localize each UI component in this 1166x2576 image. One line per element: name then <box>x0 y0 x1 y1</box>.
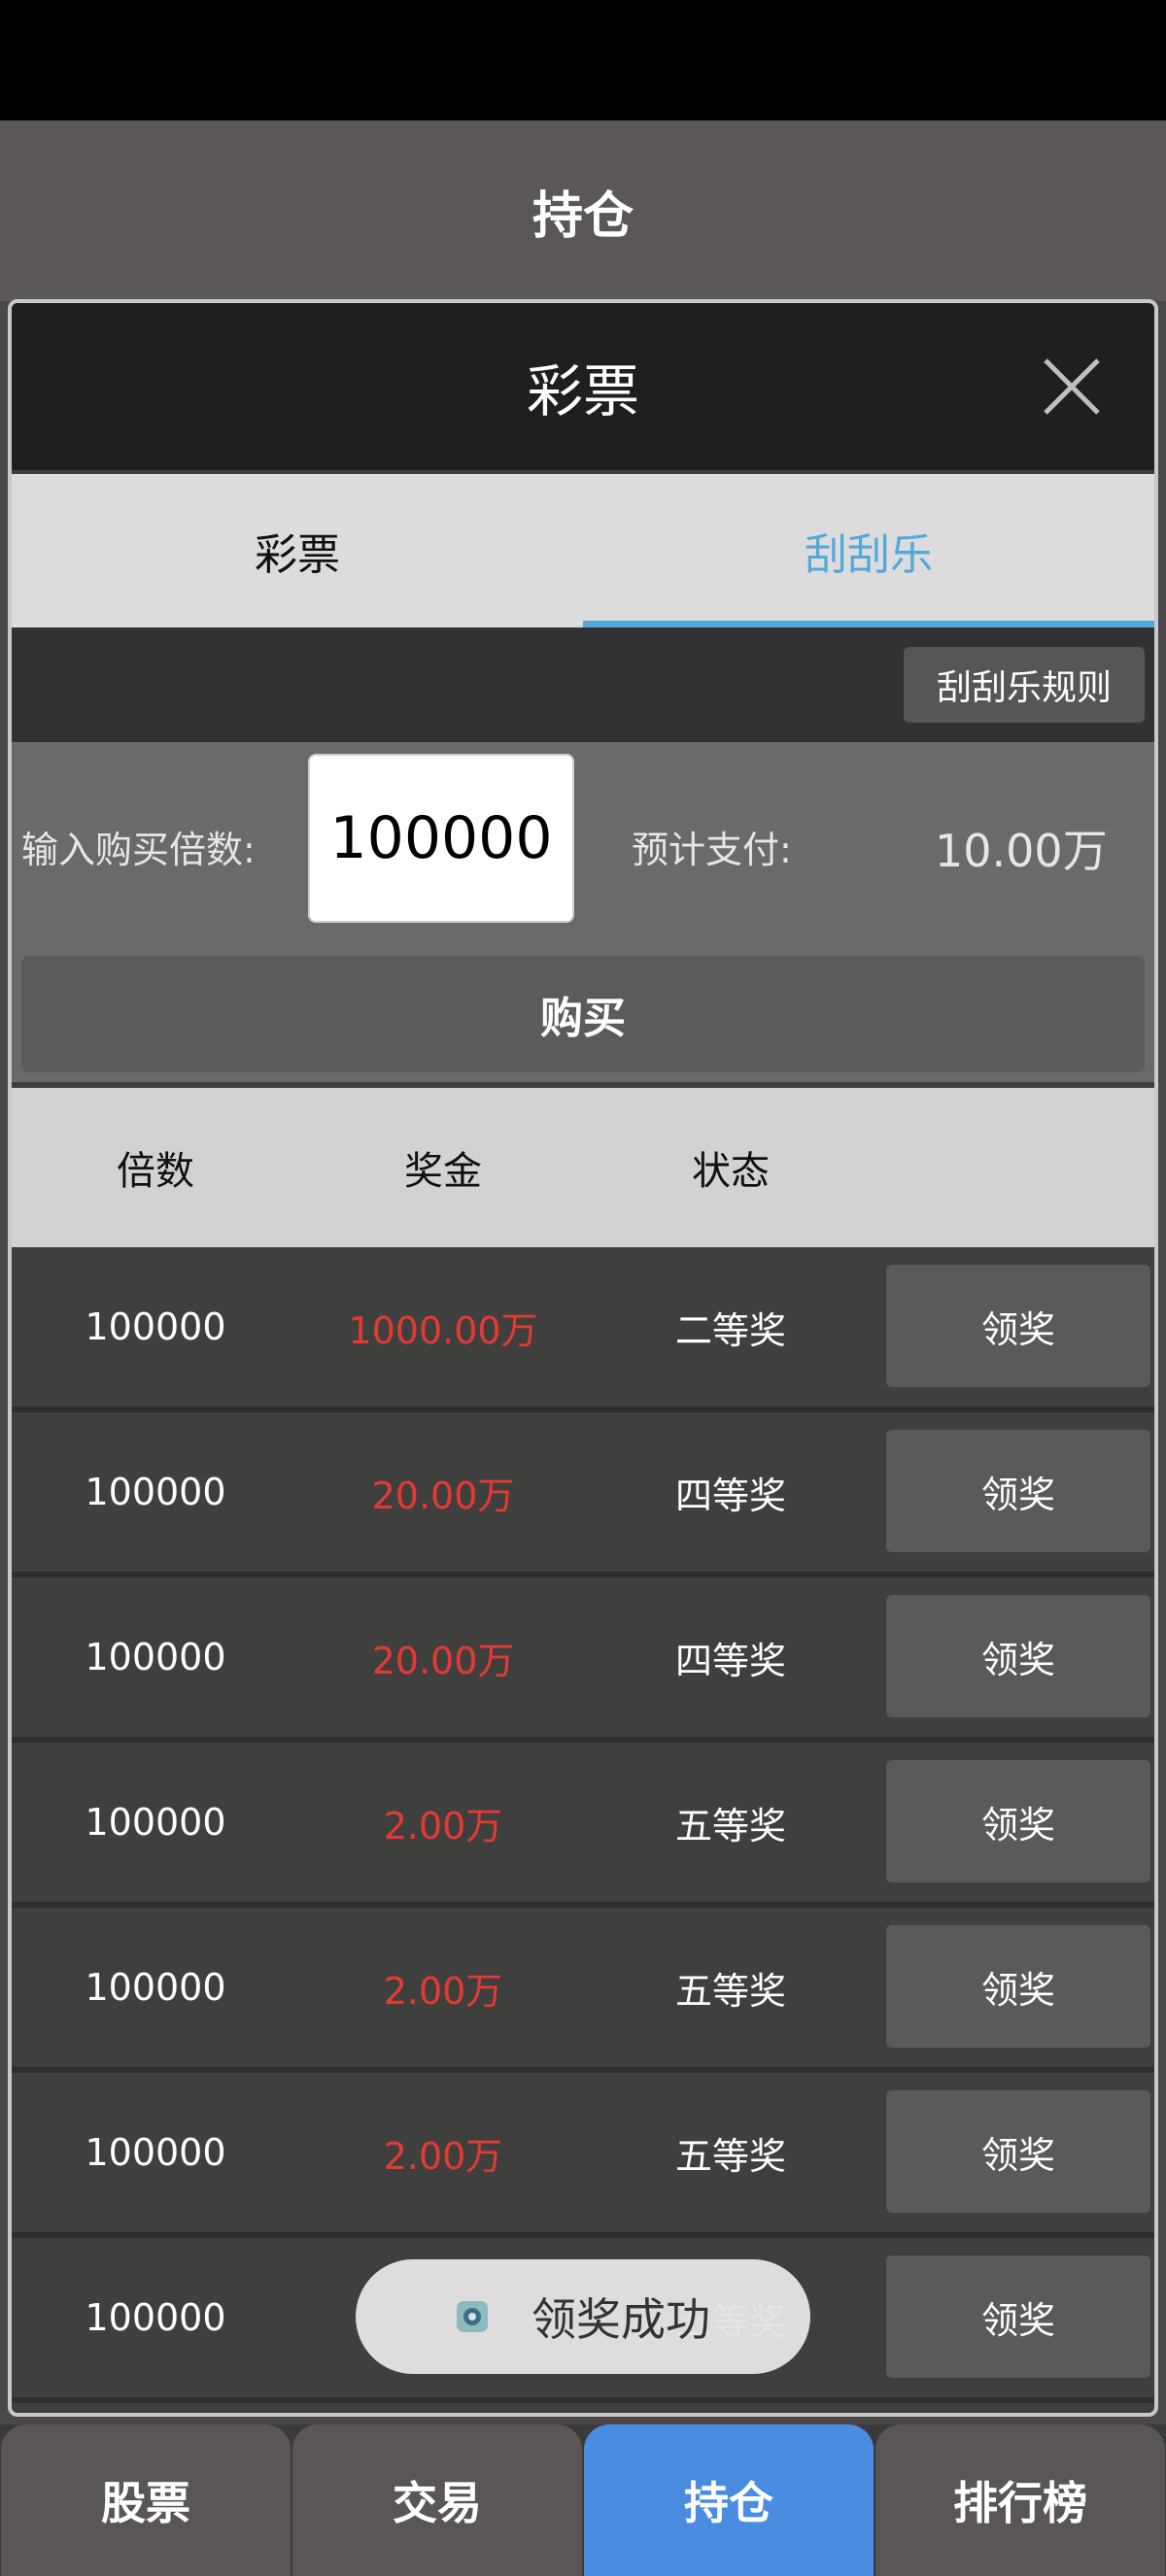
table-row: 100000 2.00万 五等奖 领奖 <box>12 1908 1154 2073</box>
tab-lottery[interactable]: 彩票 <box>12 474 583 627</box>
close-button[interactable] <box>1042 356 1102 417</box>
close-icon <box>1044 358 1100 415</box>
nav-holdings[interactable]: 持仓 <box>584 2424 874 2576</box>
claim-button[interactable]: 领奖 <box>886 2255 1150 2378</box>
claim-button[interactable]: 领奖 <box>886 1925 1150 2048</box>
lottery-dialog: 彩票 彩票 刮刮乐 刮刮乐规则 输入购买倍数: 100000 预计支付: 10.… <box>8 299 1158 2417</box>
payment-label: 预计支付: <box>632 829 792 871</box>
tab-scratch-card[interactable]: 刮刮乐 <box>583 474 1154 627</box>
rules-row: 刮刮乐规则 <box>12 627 1154 742</box>
nav-stocks[interactable]: 股票 <box>1 2424 291 2576</box>
table-row: 100000 2.00万 五等奖 领奖 <box>12 2073 1154 2238</box>
column-multiplier: 倍数 <box>117 1149 194 1194</box>
row-prize: 1000.00万 <box>348 1308 538 1352</box>
buy-panel: 输入购买倍数: 100000 预计支付: 10.00万 购买 <box>12 742 1154 1082</box>
claim-button[interactable]: 领奖 <box>886 1265 1150 1387</box>
claim-button[interactable]: 领奖 <box>886 1595 1150 1717</box>
nav-leaderboard[interactable]: 排行榜 <box>875 2424 1165 2576</box>
bottom-nav: 股票 交易 持仓 排行榜 <box>0 2424 1166 2576</box>
nav-trade[interactable]: 交易 <box>292 2424 582 2576</box>
multiplier-label: 输入购买倍数: <box>21 829 256 871</box>
toast-notification: 领奖成功 <box>356 2259 810 2374</box>
table-row: 100000 20.00万 四等奖 领奖 <box>12 1412 1154 1577</box>
row-multiplier: 100000 <box>85 1471 226 1513</box>
claim-button[interactable]: 领奖 <box>886 1760 1150 1882</box>
row-multiplier: 100000 <box>85 1966 226 2009</box>
multiplier-input[interactable]: 100000 <box>308 754 574 923</box>
dialog-header: 彩票 <box>12 303 1154 470</box>
row-status: 二等奖 <box>674 1308 786 1352</box>
row-prize: 2.00万 <box>383 1804 503 1847</box>
row-status: 四等奖 <box>674 1474 786 1517</box>
row-multiplier: 100000 <box>85 1636 226 1678</box>
table-header: 倍数 奖金 状态 <box>12 1088 1154 1247</box>
row-multiplier: 100000 <box>85 1801 226 1844</box>
row-multiplier: 100000 <box>85 2296 226 2339</box>
page-title: 持仓 <box>532 186 634 246</box>
row-prize: 2.00万 <box>383 1969 503 2013</box>
row-prize: 2.00万 <box>383 2134 503 2178</box>
row-status: 五等奖 <box>674 1969 786 2013</box>
payment-value: 10.00万 <box>935 825 1108 877</box>
buy-button[interactable]: 购买 <box>21 956 1145 1072</box>
row-multiplier: 100000 <box>85 2131 226 2174</box>
claim-button[interactable]: 领奖 <box>886 2090 1150 2213</box>
column-status: 状态 <box>692 1149 770 1194</box>
row-multiplier: 100000 <box>85 1305 226 1348</box>
page-header: 持仓 <box>0 120 1166 301</box>
dialog-tabs: 彩票 刮刮乐 <box>12 474 1154 627</box>
row-prize: 20.00万 <box>371 1639 515 1682</box>
dialog-title: 彩票 <box>526 358 639 424</box>
status-bar <box>0 0 1166 120</box>
row-status: 五等奖 <box>674 1804 786 1847</box>
row-status: 四等奖 <box>674 1639 786 1682</box>
row-status: 五等奖 <box>674 2134 786 2178</box>
app-icon <box>457 2301 488 2332</box>
table-row: 100000 1000.00万 二等奖 领奖 <box>12 1247 1154 1412</box>
row-prize: 20.00万 <box>371 1474 515 1517</box>
column-prize: 奖金 <box>404 1149 482 1194</box>
table-row: 100000 2.00万 五等奖 领奖 <box>12 1743 1154 1908</box>
prize-list: 100000 1000.00万 二等奖 领奖 100000 20.00万 四等奖… <box>12 1247 1154 2403</box>
table-row: 100000 20.00万 四等奖 领奖 <box>12 1577 1154 1743</box>
claim-button[interactable]: 领奖 <box>886 1430 1150 1552</box>
scratch-rules-button[interactable]: 刮刮乐规则 <box>904 647 1145 723</box>
toast-text: 领奖成功 <box>532 2293 710 2346</box>
